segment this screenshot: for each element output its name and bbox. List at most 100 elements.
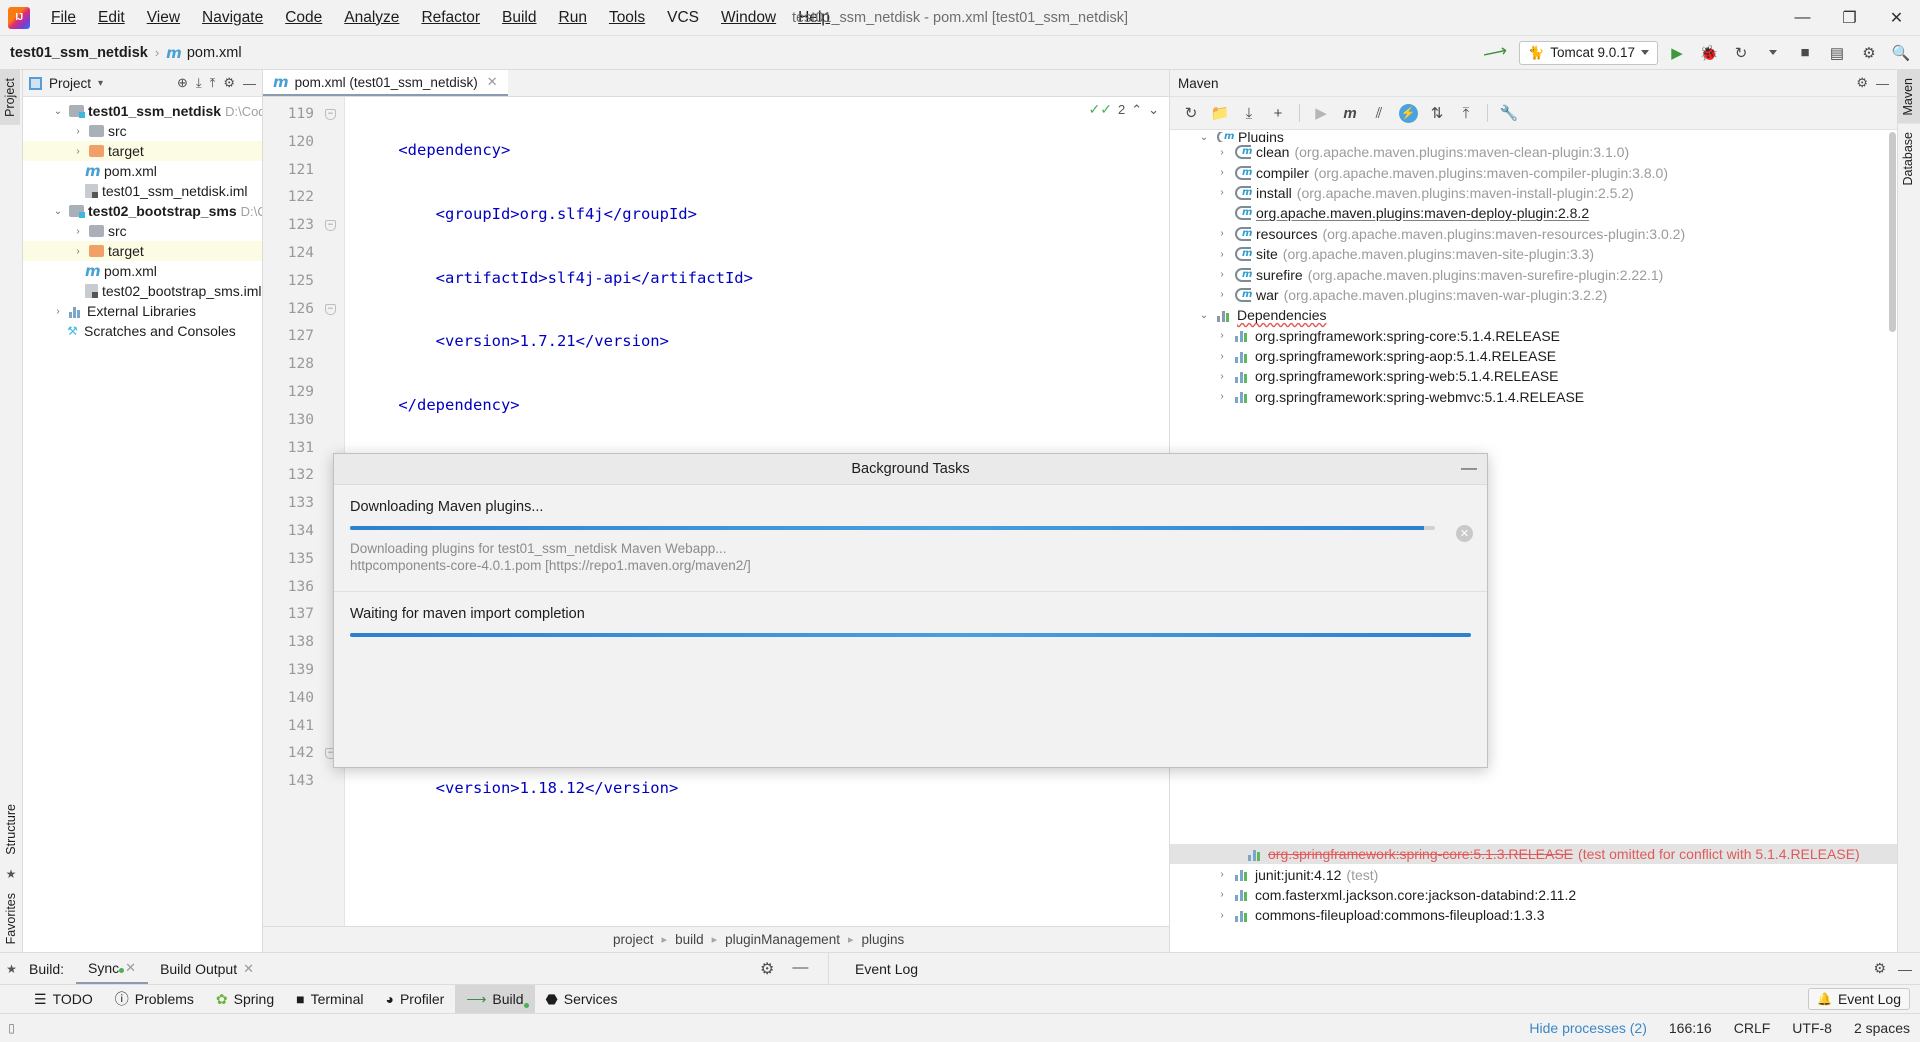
next-problem-icon[interactable]: ⌄ [1148, 102, 1159, 118]
rail-button-project[interactable]: Project [0, 70, 20, 125]
chevron-right-icon[interactable]: › [1214, 187, 1230, 198]
menu-item-view[interactable]: View [136, 4, 191, 32]
breadcrumb-project[interactable]: project [613, 932, 654, 947]
chevron-right-icon[interactable]: › [1214, 330, 1230, 341]
execute-goal-button[interactable]: m [1337, 100, 1363, 126]
toggle-skip-tests-button[interactable]: ⫽ [1366, 100, 1392, 126]
maven-node-commons-fileupload[interactable]: › commons-fileupload:commons-fileupload:… [1170, 905, 1897, 925]
tree-item-target[interactable]: › target [23, 141, 262, 161]
chevron-right-icon[interactable]: › [1214, 289, 1230, 300]
favorites-star-icon[interactable]: ★ [6, 863, 17, 885]
line-separator[interactable]: CRLF [1734, 1020, 1771, 1036]
breadcrumb-project[interactable]: test01_ssm_netdisk [10, 45, 148, 61]
close-icon[interactable]: ✕ [487, 74, 498, 90]
collapse-all-icon[interactable]: ⤒ [210, 75, 216, 91]
chevron-right-icon[interactable]: › [1214, 869, 1230, 880]
menu-item-window[interactable]: Window [710, 4, 787, 32]
cancel-task-button[interactable]: ✕ [1456, 525, 1473, 542]
chevron-down-icon[interactable]: ⌄ [51, 206, 65, 217]
favorites-star-icon[interactable]: ★ [0, 962, 23, 976]
maven-node-resources[interactable]: › resources (org.apache.maven.plugins:ma… [1170, 224, 1897, 244]
maven-node-jackson-databind[interactable]: › com.fasterxml.jackson.core:jackson-dat… [1170, 885, 1897, 905]
tree-item-test02-module[interactable]: ⌄ test02_bootstrap_sms D:\Code\ [23, 201, 262, 221]
chevron-right-icon[interactable]: › [51, 306, 65, 317]
chevron-down-icon[interactable]: ⌄ [51, 106, 65, 117]
strip-button-build[interactable]: ⟶ Build [455, 984, 535, 1014]
strip-button-terminal[interactable]: ■ Terminal [285, 985, 374, 1014]
maven-node-junit[interactable]: › junit:junit:4.12 (test) [1170, 864, 1897, 884]
chevron-right-icon[interactable]: › [1214, 371, 1230, 382]
tree-item-external-libraries[interactable]: › External Libraries [23, 301, 262, 321]
rerun-button[interactable]: ↻ [1728, 40, 1754, 66]
tab-build-output[interactable]: Build Output ✕ [148, 953, 266, 984]
run-button[interactable]: ▶ [1664, 40, 1690, 66]
tree-item-pom-xml[interactable]: m pom.xml [23, 261, 262, 281]
maximize-button[interactable]: ❐ [1826, 0, 1873, 36]
chevron-right-icon[interactable]: › [71, 146, 85, 157]
strip-button-spring[interactable]: ✿ Spring [205, 985, 285, 1014]
chevron-right-icon[interactable]: › [1214, 249, 1230, 260]
tree-item-scratches[interactable]: ⚒ Scratches and Consoles [23, 321, 262, 341]
breadcrumb-file[interactable]: pom.xml [187, 45, 242, 61]
breadcrumb-pluginmanagement[interactable]: pluginManagement [725, 932, 840, 947]
menu-item-analyze[interactable]: Analyze [333, 4, 410, 32]
tree-item-target[interactable]: › target [23, 241, 262, 261]
collapse-all-button[interactable]: ⤒ [1453, 100, 1479, 126]
search-button[interactable]: 🔍 [1888, 40, 1914, 66]
minimize-icon[interactable]: — [1461, 460, 1477, 478]
close-icon[interactable]: ✕ [243, 961, 254, 977]
hide-panel-icon[interactable]: — [792, 959, 808, 979]
expand-all-icon[interactable]: ⤓ [196, 75, 202, 91]
chevron-right-icon[interactable]: › [1214, 167, 1230, 178]
fold-icon[interactable]: − [325, 220, 336, 232]
chevron-right-icon[interactable]: › [1214, 910, 1230, 921]
layout-button[interactable]: ▤ [1824, 40, 1850, 66]
chevron-down-icon[interactable]: ⌄ [1196, 310, 1212, 321]
fold-icon[interactable]: − [325, 303, 336, 315]
chevron-right-icon[interactable]: › [71, 226, 85, 237]
chevron-right-icon[interactable]: › [71, 126, 85, 137]
background-tasks-dialog[interactable]: Background Tasks — Downloading Maven plu… [333, 453, 1488, 768]
gear-icon[interactable]: ⚙ [1873, 960, 1886, 977]
tab-sync[interactable]: Sync ✕ [76, 953, 149, 984]
maven-node-site[interactable]: › site (org.apache.maven.plugins:maven-s… [1170, 244, 1897, 264]
chevron-down-icon[interactable]: ▾ [98, 78, 103, 89]
menu-item-refactor[interactable]: Refactor [410, 4, 491, 32]
maven-node-spring-aop[interactable]: › org.springframework:spring-aop:5.1.4.R… [1170, 346, 1897, 366]
maven-node-spring-core-conflict[interactable]: org.springframework:spring-core:5.1.3.RE… [1170, 844, 1897, 865]
strip-button-problems[interactable]: ⓘ Problems [104, 985, 205, 1014]
menu-item-run[interactable]: Run [548, 4, 598, 32]
chevron-right-icon[interactable]: › [1214, 351, 1230, 362]
chevron-down-icon[interactable]: ⌄ [1196, 132, 1212, 142]
chevron-right-icon[interactable]: › [1214, 889, 1230, 900]
hide-panel-icon[interactable]: — [1898, 961, 1912, 977]
close-button[interactable]: ✕ [1873, 0, 1920, 36]
scrollbar-thumb[interactable] [1889, 132, 1896, 332]
generate-sources-button[interactable]: 📁 [1207, 100, 1233, 126]
maven-node-surefire[interactable]: › surefire (org.apache.maven.plugins:mav… [1170, 264, 1897, 284]
add-maven-project-button[interactable]: + [1265, 100, 1291, 126]
toggle-offline-button[interactable]: ⚡ [1395, 100, 1421, 126]
maven-node-dependencies[interactable]: ⌄ Dependencies [1170, 305, 1897, 325]
strip-button-profiler[interactable]: ◕ Profiler [374, 985, 455, 1014]
maven-node-compiler[interactable]: › compiler (org.apache.maven.plugins:mav… [1170, 162, 1897, 182]
run-configuration-selector[interactable]: 🐈 Tomcat 9.0.17 [1519, 40, 1658, 65]
tree-item-test01-iml[interactable]: test01_ssm_netdisk.iml [23, 181, 262, 201]
locate-file-icon[interactable]: ⊕ [177, 75, 188, 91]
run-maven-goal-button[interactable]: ▶ [1308, 100, 1334, 126]
menu-item-build[interactable]: Build [491, 4, 547, 32]
chevron-right-icon[interactable]: › [1214, 269, 1230, 280]
hide-panel-icon[interactable]: — [243, 76, 256, 91]
maven-node-deploy-plugin[interactable]: org.apache.maven.plugins:maven-deploy-pl… [1170, 203, 1897, 223]
gear-icon[interactable]: ⚙ [760, 959, 774, 979]
maven-node-spring-webmvc[interactable]: › org.springframework:spring-webmvc:5.1.… [1170, 387, 1897, 407]
caret-position[interactable]: 166:16 [1669, 1020, 1712, 1036]
close-icon[interactable]: ✕ [125, 960, 136, 976]
maven-node-war[interactable]: › war (org.apache.maven.plugins:maven-wa… [1170, 285, 1897, 305]
fold-icon[interactable]: − [325, 109, 336, 120]
tree-item-pom-xml[interactable]: m pom.xml [23, 161, 262, 181]
maven-node-spring-web[interactable]: › org.springframework:spring-web:5.1.4.R… [1170, 366, 1897, 386]
maven-node-plugins[interactable]: ⌄ Plugins [1170, 132, 1897, 142]
rail-button-structure[interactable]: Structure [1, 796, 21, 863]
settings-button[interactable]: ⚙ [1856, 40, 1882, 66]
